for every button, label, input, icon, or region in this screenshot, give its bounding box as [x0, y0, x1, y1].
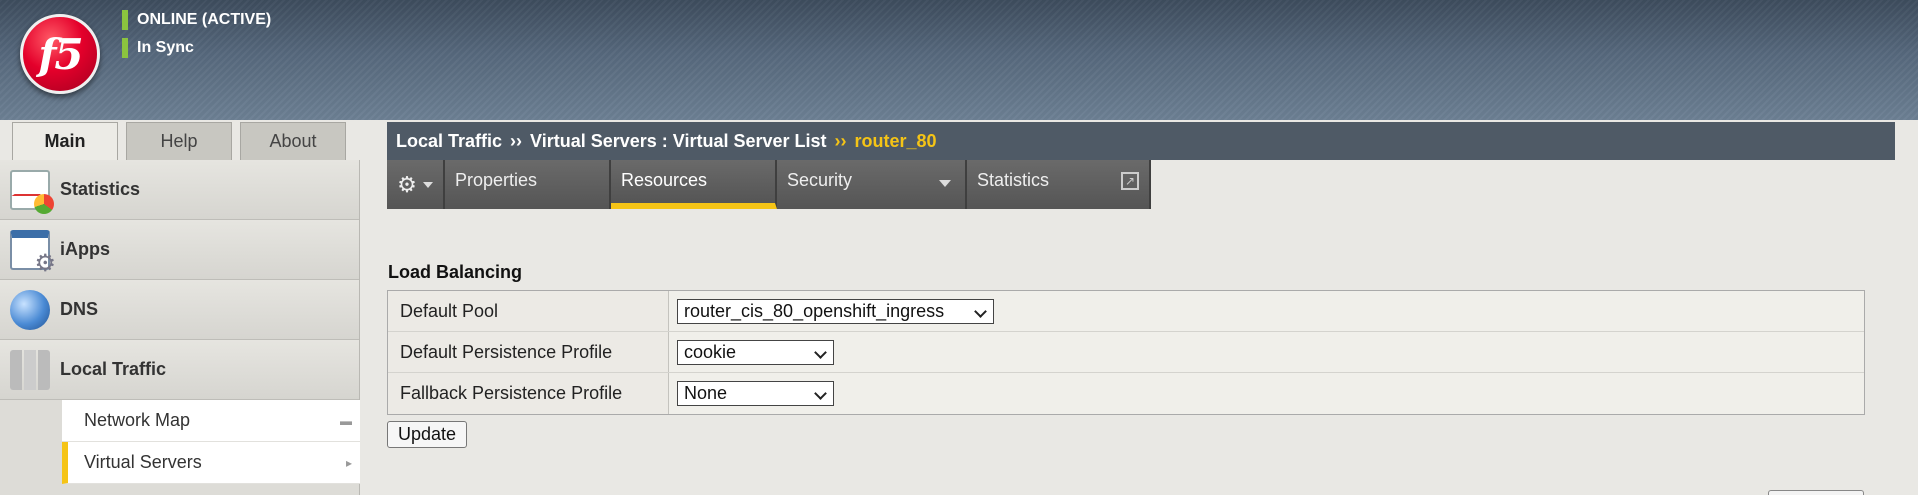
- status-online-text: ONLINE (ACTIVE): [137, 11, 272, 28]
- tab-statistics[interactable]: Statistics ↗: [967, 160, 1151, 209]
- sidebar-item-label: iApps: [60, 239, 111, 259]
- chevron-down-icon: [974, 304, 987, 318]
- submenu-item-label: Virtual Servers: [84, 452, 202, 472]
- gear-icon: ⚙: [397, 171, 417, 197]
- load-balancing-title: Load Balancing: [388, 262, 523, 282]
- sidebar: Statistics iApps DNS Local Traffic Netwo…: [0, 160, 360, 495]
- chevron-right-icon: ▸: [345, 455, 352, 470]
- local-traffic-icon: [10, 349, 50, 390]
- tab-properties[interactable]: Properties: [445, 160, 611, 209]
- submenu-item-virtual-servers[interactable]: Virtual Servers ▸: [62, 442, 360, 484]
- popout-icon[interactable]: ▬: [340, 414, 352, 428]
- chevron-down-icon: [814, 387, 827, 400]
- sidebar-item-label: Statistics: [60, 179, 141, 199]
- submenu-item-network-map[interactable]: Network Map ▬: [62, 400, 360, 442]
- chevron-down-icon: [422, 181, 433, 188]
- submenu-item-label: Network Map: [84, 410, 191, 430]
- load-balancing-table: Default Pool router_cis_80_openshift_ing…: [387, 290, 1865, 415]
- tab-main[interactable]: Main: [12, 122, 118, 160]
- status-sync-text: In Sync: [137, 39, 194, 56]
- default-persistence-select[interactable]: cookie: [677, 339, 834, 365]
- sync-indicator-icon: [122, 38, 128, 58]
- bottom-partial-button[interactable]: [1768, 490, 1864, 495]
- breadcrumb-separator: ››: [510, 130, 523, 151]
- tab-security[interactable]: Security: [777, 160, 967, 209]
- status-indicator-icon: [122, 10, 128, 30]
- table-row: Default Pool router_cis_80_openshift_ing…: [388, 291, 1864, 332]
- default-pool-label: Default Pool: [388, 291, 669, 331]
- f5-logo[interactable]: f5: [20, 14, 100, 94]
- table-row: Fallback Persistence Profile None: [388, 373, 1864, 414]
- tab-statistics-label: Statistics: [977, 170, 1050, 190]
- breadcrumb-separator: ››: [834, 130, 847, 151]
- default-pool-cell: router_cis_80_openshift_ingress: [669, 291, 1864, 331]
- iapps-icon: [10, 229, 56, 278]
- default-persistence-cell: cookie: [669, 332, 1864, 372]
- header-banner: [0, 0, 1918, 120]
- table-row: Default Persistence Profile cookie: [388, 332, 1864, 373]
- sidebar-item-local-traffic[interactable]: Local Traffic: [0, 340, 359, 400]
- external-link-icon[interactable]: ↗: [1121, 172, 1139, 190]
- dns-globe-icon: [10, 289, 50, 330]
- default-pool-select[interactable]: router_cis_80_openshift_ingress: [677, 298, 994, 324]
- default-persistence-label: Default Persistence Profile: [388, 332, 669, 372]
- fallback-persistence-value: None: [684, 383, 728, 403]
- gear-menu-button[interactable]: ⚙: [387, 160, 445, 209]
- top-tabs: Main Help About: [12, 122, 346, 160]
- breadcrumb: Local Traffic ›› Virtual Servers : Virtu…: [387, 122, 1895, 160]
- status-sync: In Sync: [122, 38, 194, 58]
- tab-security-label: Security: [787, 170, 853, 190]
- sidebar-item-statistics[interactable]: Statistics: [0, 160, 359, 220]
- fallback-persistence-cell: None: [669, 373, 1864, 414]
- breadcrumb-virtual-server-list[interactable]: Virtual Servers : Virtual Server List: [530, 131, 826, 152]
- fallback-persistence-label: Fallback Persistence Profile: [388, 373, 669, 414]
- tab-about[interactable]: About: [240, 122, 346, 160]
- status-online: ONLINE (ACTIVE): [122, 10, 271, 30]
- sidebar-item-label: Local Traffic: [60, 359, 167, 379]
- breadcrumb-current: router_80: [854, 130, 937, 151]
- logo-text: f5: [38, 29, 83, 79]
- local-traffic-submenu: Network Map ▬ Virtual Servers ▸: [62, 400, 360, 484]
- sidebar-item-dns[interactable]: DNS: [0, 280, 359, 340]
- sidebar-item-iapps[interactable]: iApps: [0, 220, 359, 280]
- default-persistence-value: cookie: [684, 341, 737, 362]
- default-pool-value: router_cis_80_openshift_ingress: [684, 300, 945, 321]
- chevron-down-icon: [939, 180, 951, 187]
- tab-resources[interactable]: Resources: [611, 160, 777, 209]
- breadcrumb-local-traffic[interactable]: Local Traffic: [396, 131, 502, 152]
- tab-help[interactable]: Help: [126, 122, 232, 160]
- statistics-icon: [10, 169, 54, 214]
- object-subnav: ⚙ Properties Resources Security Statisti…: [387, 160, 1151, 209]
- chevron-down-icon: [814, 345, 827, 359]
- page-scrollbar[interactable]: [1896, 120, 1918, 495]
- sidebar-item-label: DNS: [60, 299, 99, 319]
- fallback-persistence-select[interactable]: None: [677, 381, 834, 406]
- update-button[interactable]: Update: [387, 421, 468, 448]
